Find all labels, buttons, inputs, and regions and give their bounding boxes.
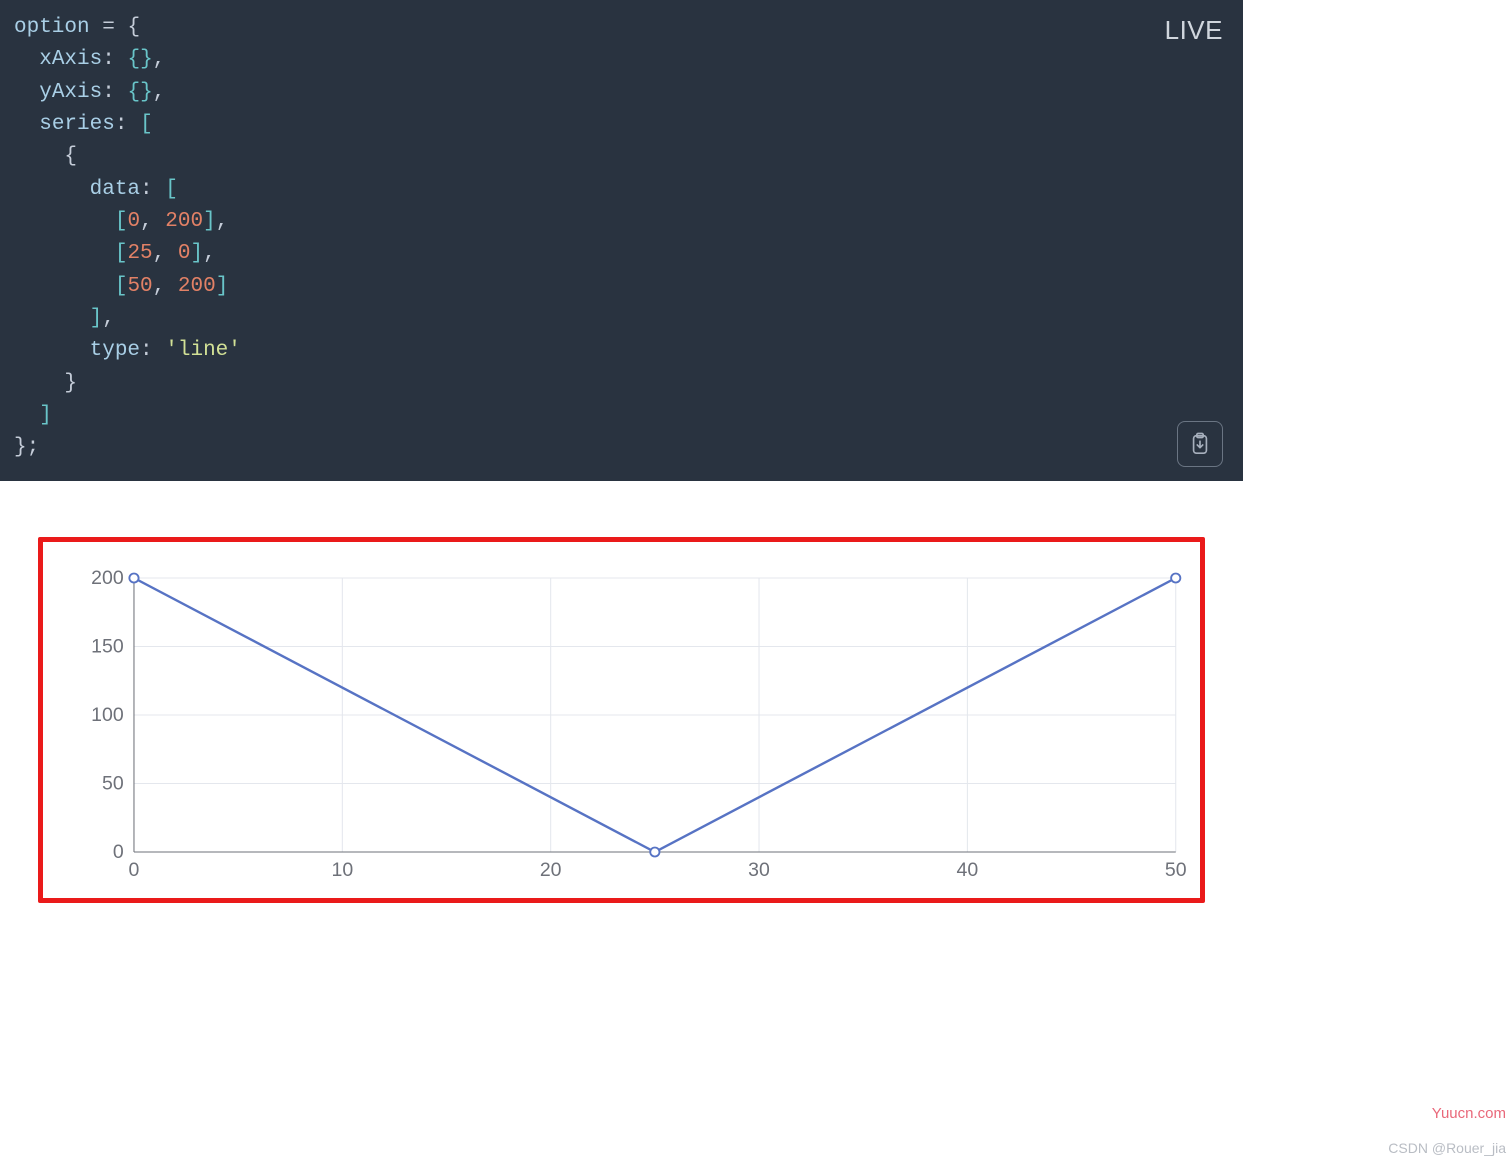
line-chart: 0 50 100 150 200 0 10 20 30 40 50	[57, 568, 1186, 888]
live-badge: LIVE	[1165, 10, 1223, 50]
code-editor[interactable]: LIVE option = { xAxis: {}, yAxis: {}, se…	[0, 0, 1243, 481]
x-tick-label: 30	[748, 860, 770, 881]
y-tick-label: 0	[113, 842, 124, 863]
copy-button[interactable]	[1177, 421, 1223, 467]
x-tick-label: 0	[129, 860, 140, 881]
x-tick-label: 40	[957, 860, 979, 881]
clipboard-icon	[1189, 432, 1211, 456]
data-point	[650, 847, 659, 856]
watermark-author: CSDN @Rouer_jia	[1388, 1140, 1506, 1156]
y-tick-label: 200	[91, 568, 124, 589]
data-point	[1171, 573, 1180, 582]
code-block: option = { xAxis: {}, yAxis: {}, series:…	[14, 12, 1229, 465]
y-tick-label: 100	[91, 705, 124, 726]
y-tick-label: 150	[91, 636, 124, 657]
x-tick-label: 10	[331, 860, 353, 881]
data-point	[129, 573, 138, 582]
chart-container: 0 50 100 150 200 0 10 20 30 40 50	[38, 537, 1205, 903]
watermark-site: Yuucn.com	[1432, 1105, 1506, 1122]
x-tick-label: 50	[1165, 860, 1186, 881]
x-tick-label: 20	[540, 860, 562, 881]
y-tick-label: 50	[102, 773, 124, 794]
